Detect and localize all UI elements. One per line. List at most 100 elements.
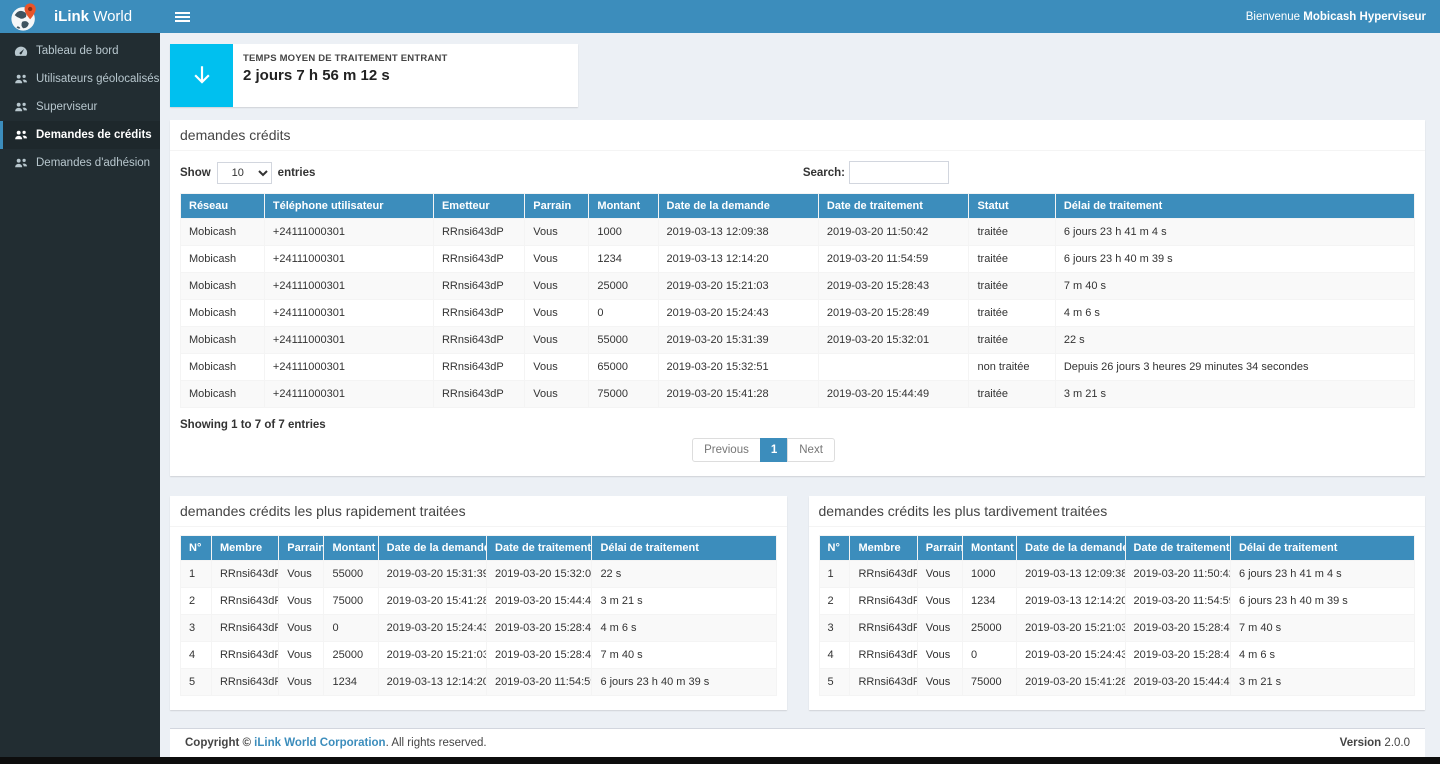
table-cell: 75000 [589,381,658,408]
table-cell: Mobicash [181,354,265,381]
table-cell: 7 m 40 s [1230,615,1414,642]
table-cell: traitée [969,246,1055,273]
column-header: Date de traitement [487,536,592,561]
table-cell: RRnsi643dP [211,561,278,588]
sidebar-item-demandes-d-adhesion[interactable]: Demandes d'adhésion [0,149,160,177]
sidebar-item-label: Tableau de bord [36,45,118,57]
panel-body: N°MembreParrainMontantDate de la demande… [170,527,787,710]
table-cell: +24111000301 [264,354,433,381]
sidebar-item-label: Demandes d'adhésion [36,157,150,169]
version-text: Version 2.0.0 [1340,737,1410,749]
hamburger-menu-icon[interactable] [160,0,204,33]
table-cell: Vous [279,615,324,642]
top-navbar: Bienvenue Mobicash Hyperviseur [160,0,1440,33]
table-row: Mobicash+24111000301RRnsi643dPVous550002… [181,327,1415,354]
table-cell: 1 [819,561,850,588]
table-cell: 22 s [592,561,776,588]
table-row: 5RRnsi643dPVous12342019-03-13 12:14:2020… [181,669,777,696]
table-cell: 5 [181,669,212,696]
sidebar-item-superviseur[interactable]: Superviseur [0,93,160,121]
table-cell: Vous [525,327,589,354]
sidebar-item-label: Demandes de crédits [36,129,152,141]
page-length-select[interactable]: 10 [217,162,272,184]
table-cell: RRnsi643dP [433,354,524,381]
table-cell: 2019-03-20 15:41:28 [1017,669,1125,696]
table-cell: Mobicash [181,327,265,354]
table-cell: 4 [181,642,212,669]
credit-requests-table: RéseauTéléphone utilisateurEmetteurParra… [180,193,1415,408]
table-cell: 0 [962,642,1016,669]
table-cell: RRnsi643dP [433,300,524,327]
stat-label: TEMPS MOYEN DE TRAITEMENT ENTRANT [243,53,448,64]
table-row: 2RRnsi643dPVous750002019-03-20 15:41:282… [181,588,777,615]
globe-pin-icon [10,2,40,32]
table-cell: 2019-03-20 15:21:03 [378,642,486,669]
panel-demandes-credits: demandes crédits Show 10 entries Search: [170,120,1425,476]
table-cell: 6 jours 23 h 41 m 4 s [1230,561,1414,588]
column-header: Date de la demande [658,194,818,219]
table-cell: traitée [969,327,1055,354]
table-cell: Vous [279,642,324,669]
search-control: Search: [803,161,949,184]
table-row: Mobicash+24111000301RRnsi643dPVous100020… [181,219,1415,246]
table-cell: RRnsi643dP [433,327,524,354]
bottom-screen-strip [0,757,1440,764]
logo[interactable]: iLink World [0,0,160,33]
table-cell: 2019-03-20 11:54:59 [487,669,592,696]
sidebar-item-utilisateurs-geolocalises[interactable]: Utilisateurs géolocalisés [0,65,160,93]
sidebar-item-demandes-de-credits[interactable]: Demandes de crédits [0,121,160,149]
table-cell: 25000 [962,615,1016,642]
table-cell: 1 [181,561,212,588]
table-cell: 55000 [589,327,658,354]
stat-value: 2 jours 7 h 56 m 12 s [243,67,448,84]
table-cell: 55000 [324,561,378,588]
fastest-treated-table: N°MembreParrainMontantDate de la demande… [180,535,777,696]
table-cell: 2019-03-20 15:44:49 [818,381,969,408]
previous-page-button[interactable]: Previous [692,438,761,462]
table-cell: Vous [525,300,589,327]
next-page-button[interactable]: Next [787,438,835,462]
table-cell: RRnsi643dP [433,381,524,408]
column-header: Téléphone utilisateur [264,194,433,219]
table-cell: 75000 [962,669,1016,696]
column-header: Date de traitement [818,194,969,219]
table-cell: 5 [819,669,850,696]
table-cell: 2019-03-20 15:41:28 [378,588,486,615]
table-header-row: N°MembreParrainMontantDate de la demande… [819,536,1415,561]
table-cell: 22 s [1055,327,1414,354]
table-cell: 2019-03-20 15:24:43 [1017,642,1125,669]
table-cell: 2019-03-20 15:28:49 [1125,642,1230,669]
sidebar-item-tableau-de-bord[interactable]: Tableau de bord [0,37,160,65]
table-cell: Mobicash [181,219,265,246]
table-cell: 2019-03-20 15:28:49 [487,615,592,642]
stat-card: TEMPS MOYEN DE TRAITEMENT ENTRANT 2 jour… [170,44,578,107]
table-cell: +24111000301 [264,381,433,408]
table-cell: +24111000301 [264,300,433,327]
table-row: 4RRnsi643dPVous02019-03-20 15:24:432019-… [819,642,1415,669]
table-cell: Vous [525,219,589,246]
table-row: 3RRnsi643dPVous250002019-03-20 15:21:032… [819,615,1415,642]
table-cell: 1000 [962,561,1016,588]
welcome-text: Bienvenue Mobicash Hyperviseur [1246,11,1440,23]
table-cell: 2 [181,588,212,615]
table-row: 4RRnsi643dPVous250002019-03-20 15:21:032… [181,642,777,669]
table-cell: Vous [279,669,324,696]
sidebar-menu: Tableau de bord Utilisateurs géolocalisé… [0,37,160,177]
table-cell: 4 m 6 s [1230,642,1414,669]
sidebar-item-label: Utilisateurs géolocalisés [36,73,159,85]
table-cell: RRnsi643dP [850,669,917,696]
page-1-button[interactable]: 1 [760,438,788,462]
table-row: 2RRnsi643dPVous12342019-03-13 12:14:2020… [819,588,1415,615]
bottom-panels-row: demandes crédits les plus rapidement tra… [170,496,1425,710]
company-link[interactable]: iLink World Corporation [254,737,385,749]
users-icon [13,157,28,169]
search-input[interactable] [849,161,949,184]
table-cell: 2019-03-20 11:54:59 [818,246,969,273]
column-header: Délai de traitement [1055,194,1414,219]
table-cell: 0 [589,300,658,327]
table-row: Mobicash+24111000301RRnsi643dPVous250002… [181,273,1415,300]
table-cell: 2 [819,588,850,615]
column-header: Délai de traitement [592,536,776,561]
table-cell: 2019-03-20 15:32:01 [487,561,592,588]
table-row: 3RRnsi643dPVous02019-03-20 15:24:432019-… [181,615,777,642]
